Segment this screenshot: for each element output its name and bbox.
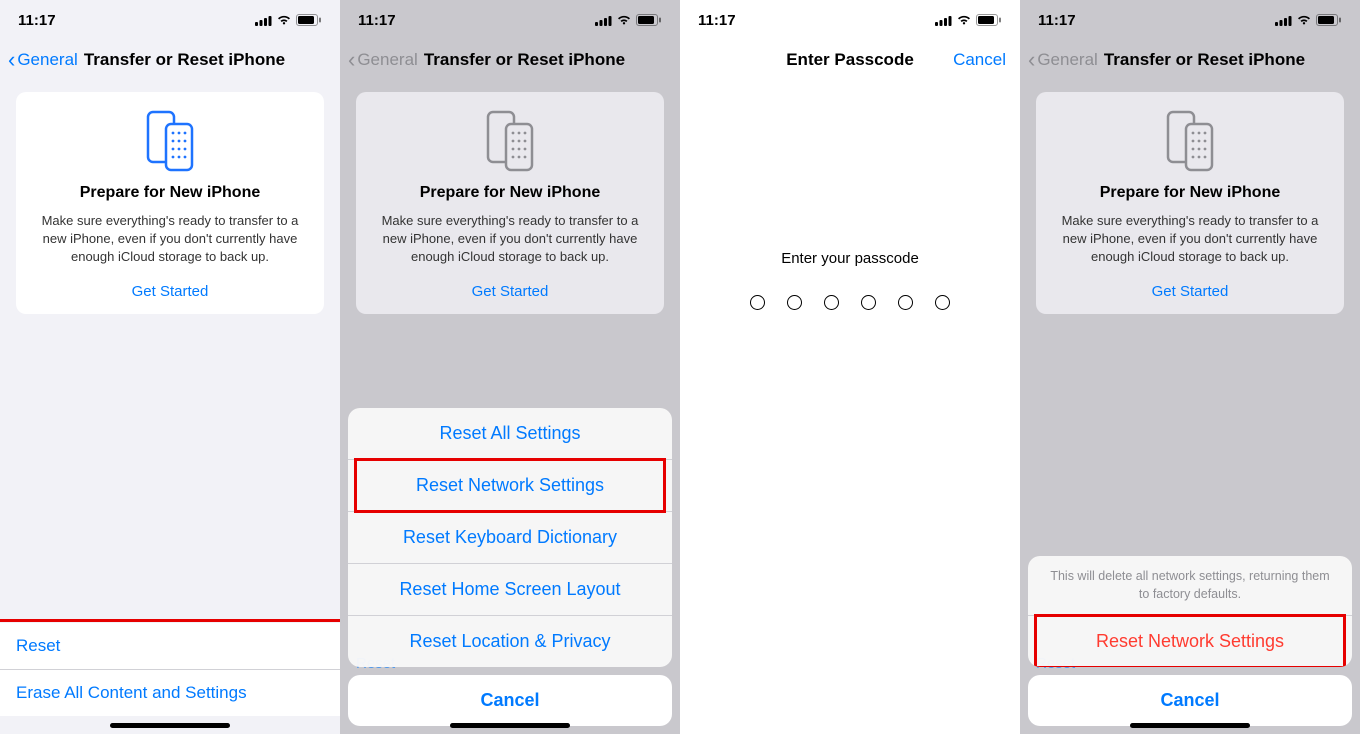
screen-3-passcode: 11:17 Enter Passcode Cancel Enter your p… — [680, 0, 1020, 734]
nav-bar: ‹ General Transfer or Reset iPhone — [340, 40, 680, 80]
back-button[interactable]: ‹ General — [8, 49, 78, 71]
prepare-card: Prepare for New iPhone Make sure everyth… — [16, 92, 324, 314]
passcode-prompt: Enter your passcode — [680, 250, 1020, 267]
back-button: ‹ General — [1028, 49, 1098, 71]
bottom-options: Reset Erase All Content and Settings — [0, 623, 340, 716]
back-label: General — [357, 50, 417, 70]
confirm-description: This will delete all network settings, r… — [1028, 556, 1352, 616]
passcode-dot — [750, 295, 765, 310]
reset-location-privacy[interactable]: Reset Location & Privacy — [348, 616, 672, 667]
card-description: Make sure everything's ready to transfer… — [1050, 212, 1330, 267]
status-time: 11:17 — [358, 12, 396, 29]
chevron-left-icon: ‹ — [8, 49, 15, 71]
card-title: Prepare for New iPhone — [370, 184, 650, 202]
status-indicators — [595, 14, 662, 26]
transfer-phones-icon — [370, 110, 650, 172]
status-indicators — [255, 14, 322, 26]
home-indicator[interactable] — [110, 723, 230, 728]
confirm-group: This will delete all network settings, r… — [1028, 556, 1352, 667]
reset-label: Reset — [16, 636, 60, 655]
status-bar: 11:17 — [340, 0, 680, 40]
reset-home-screen-layout[interactable]: Reset Home Screen Layout — [348, 564, 672, 616]
get-started-button: Get Started — [1050, 283, 1330, 300]
card-description: Make sure everything's ready to transfer… — [370, 212, 650, 267]
reset-row[interactable]: Reset — [0, 623, 340, 670]
status-indicators — [1275, 14, 1342, 26]
cancel-button[interactable]: Cancel — [1028, 675, 1352, 726]
reset-all-settings[interactable]: Reset All Settings — [348, 408, 672, 460]
erase-label: Erase All Content and Settings — [16, 683, 247, 702]
reset-network-settings[interactable]: Reset Network Settings — [348, 460, 672, 512]
cancel-button[interactable]: Cancel — [348, 675, 672, 726]
screen-4-confirm-sheet: 11:17 ‹ General Transfer or Reset iPhone… — [1020, 0, 1360, 734]
reset-action-sheet: Reset All Settings Reset Network Setting… — [348, 408, 672, 726]
nav-title: Enter Passcode — [786, 50, 914, 70]
passcode-dot — [787, 295, 802, 310]
signal-icon — [595, 15, 612, 26]
signal-icon — [1275, 15, 1292, 26]
chevron-left-icon: ‹ — [348, 49, 355, 71]
battery-icon — [976, 14, 1002, 26]
card-description: Make sure everything's ready to transfer… — [30, 212, 310, 267]
get-started-button: Get Started — [370, 283, 650, 300]
passcode-dot — [861, 295, 876, 310]
transfer-phones-icon — [1050, 110, 1330, 172]
back-label: General — [1037, 50, 1097, 70]
prepare-card-dimmed: Prepare for New iPhone Make sure everyth… — [1036, 92, 1344, 314]
reset-keyboard-dictionary[interactable]: Reset Keyboard Dictionary — [348, 512, 672, 564]
erase-all-row[interactable]: Erase All Content and Settings — [0, 670, 340, 716]
chevron-left-icon: ‹ — [1028, 49, 1035, 71]
passcode-dot — [935, 295, 950, 310]
card-title: Prepare for New iPhone — [1050, 184, 1330, 202]
screen-2-reset-sheet: 11:17 ‹ General Transfer or Reset iPhone… — [340, 0, 680, 734]
nav-title: Transfer or Reset iPhone — [424, 50, 625, 70]
wifi-icon — [276, 14, 292, 26]
battery-icon — [636, 14, 662, 26]
status-time: 11:17 — [18, 12, 56, 29]
passcode-dot — [898, 295, 913, 310]
back-button: ‹ General — [348, 49, 418, 71]
status-bar: 11:17 — [1020, 0, 1360, 40]
nav-bar: ‹ General Transfer or Reset iPhone — [1020, 40, 1360, 80]
confirm-reset-network[interactable]: Reset Network Settings — [1028, 616, 1352, 667]
get-started-button[interactable]: Get Started — [30, 283, 310, 300]
nav-title: Transfer or Reset iPhone — [1104, 50, 1305, 70]
nav-bar: ‹ General Transfer or Reset iPhone — [0, 40, 340, 80]
wifi-icon — [1296, 14, 1312, 26]
home-indicator[interactable] — [1130, 723, 1250, 728]
passcode-dot — [824, 295, 839, 310]
wifi-icon — [616, 14, 632, 26]
signal-icon — [255, 15, 272, 26]
card-title: Prepare for New iPhone — [30, 184, 310, 202]
nav-bar: Enter Passcode Cancel — [680, 40, 1020, 80]
passcode-dots — [680, 295, 1020, 310]
nav-title: Transfer or Reset iPhone — [84, 50, 285, 70]
battery-icon — [296, 14, 322, 26]
cancel-button[interactable]: Cancel — [953, 50, 1006, 70]
battery-icon — [1316, 14, 1342, 26]
back-label: General — [17, 50, 77, 70]
home-indicator[interactable] — [450, 723, 570, 728]
status-time: 11:17 — [698, 12, 736, 29]
status-time: 11:17 — [1038, 12, 1076, 29]
signal-icon — [935, 15, 952, 26]
status-bar: 11:17 — [0, 0, 340, 40]
wifi-icon — [956, 14, 972, 26]
screen-1-transfer-reset: 11:17 ‹ General Transfer or Reset iPhone… — [0, 0, 340, 734]
confirm-action-sheet: This will delete all network settings, r… — [1028, 556, 1352, 726]
prepare-card-dimmed: Prepare for New iPhone Make sure everyth… — [356, 92, 664, 314]
status-indicators — [935, 14, 1002, 26]
transfer-phones-icon — [30, 110, 310, 172]
reset-options-group: Reset All Settings Reset Network Setting… — [348, 408, 672, 667]
status-bar: 11:17 — [680, 0, 1020, 40]
